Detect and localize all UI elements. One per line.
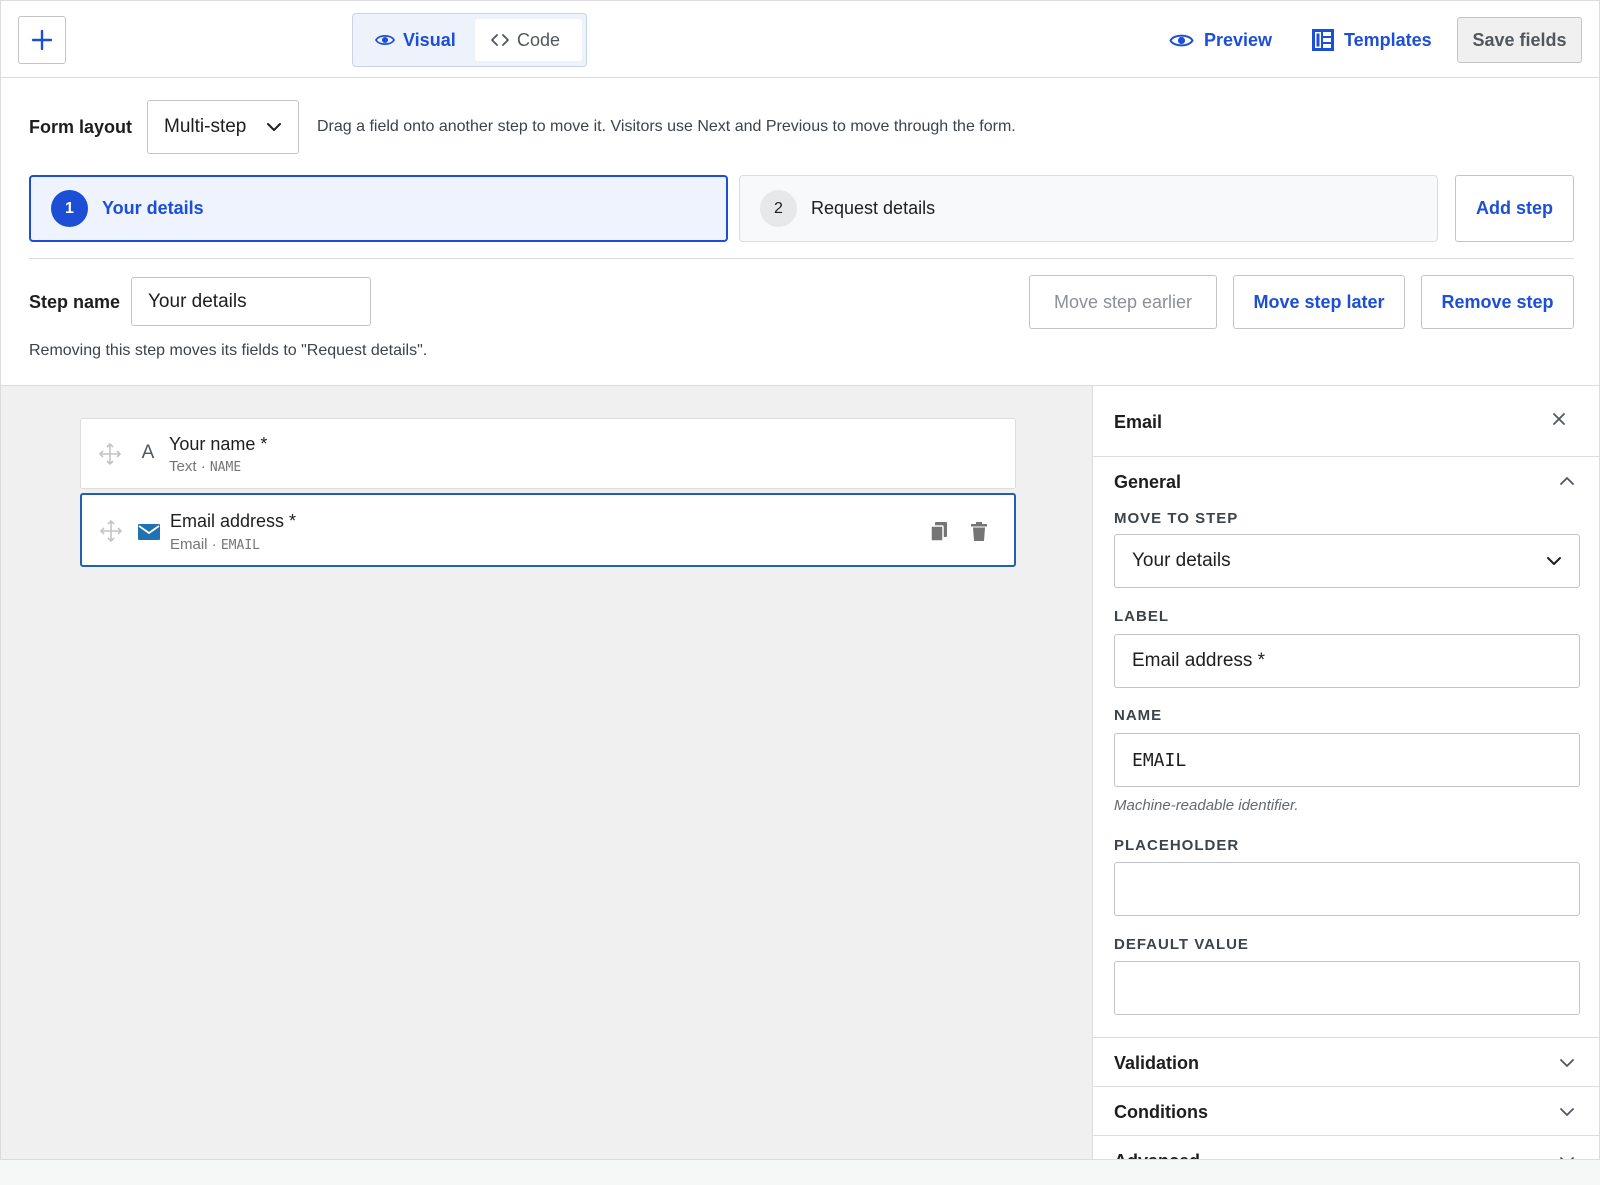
visual-mode-label: Visual	[403, 29, 456, 50]
form-canvas: A Your name * Text · NAME Email address …	[1, 385, 1092, 1159]
conditions-section-toggle[interactable]: Conditions	[1114, 1102, 1208, 1123]
field-meta: Email · EMAIL	[170, 536, 260, 553]
remove-step-note: Removing this step moves its fields to "…	[29, 342, 428, 359]
code-icon	[491, 34, 509, 46]
label-field-label: LABEL	[1114, 608, 1169, 625]
step-number-badge: 1	[51, 190, 88, 227]
step-tab-label: Your details	[102, 198, 204, 218]
panel-divider	[1093, 1135, 1599, 1136]
field-row-email-address[interactable]: Email address * Email · EMAIL	[80, 493, 1016, 567]
form-layout-label: Form layout	[29, 117, 133, 137]
steps-divider	[29, 258, 1574, 259]
close-icon[interactable]	[1552, 412, 1566, 426]
name-hint: Machine-readable identifier.	[1114, 797, 1299, 814]
chevron-down-icon[interactable]	[1559, 1156, 1575, 1160]
placeholder-field-label: PLACEHOLDER	[1114, 837, 1240, 854]
add-step-button[interactable]: Add step	[1455, 175, 1574, 242]
panel-divider	[1093, 1037, 1599, 1038]
field-name: NAME	[209, 460, 242, 475]
form-layout-value: Multi-step	[164, 116, 247, 137]
default-value-input[interactable]	[1114, 961, 1580, 1015]
remove-step-button[interactable]: Remove step	[1421, 275, 1574, 329]
panel-header: Email	[1093, 386, 1599, 457]
panel-title: Email	[1114, 412, 1163, 432]
step-name-label: Step name	[29, 292, 121, 312]
advanced-section-toggle[interactable]: Advanced	[1114, 1151, 1200, 1159]
top-toolbar: Visual Code Preview Templates Save field…	[1, 1, 1599, 78]
move-step-later-button[interactable]: Move step later	[1233, 275, 1405, 329]
preview-button[interactable]: Preview	[1169, 23, 1272, 57]
save-fields-button[interactable]: Save fields	[1457, 17, 1582, 63]
field-label: Email address *	[170, 511, 297, 531]
code-mode-label: Code	[517, 29, 561, 50]
templates-grid-icon	[1312, 29, 1334, 51]
field-settings-panel: Email General MOVE TO STEP Your details …	[1092, 385, 1599, 1160]
label-input[interactable]: Email address *	[1114, 634, 1580, 688]
drag-handle-icon[interactable]	[100, 520, 122, 542]
step-tab-2[interactable]: 2 Request details	[739, 175, 1438, 242]
eye-icon	[1169, 34, 1194, 46]
chevron-up-icon[interactable]	[1559, 476, 1575, 486]
editor-mode-toggle: Visual Code	[352, 13, 587, 67]
chevron-down-icon	[1547, 557, 1561, 565]
field-name: EMAIL	[220, 538, 260, 553]
preview-label: Preview	[1204, 29, 1273, 50]
envelope-icon	[137, 520, 161, 544]
chevron-down-icon[interactable]	[1559, 1107, 1575, 1117]
move-to-step-label: MOVE TO STEP	[1114, 510, 1239, 527]
move-step-earlier-button[interactable]: Move step earlier	[1029, 275, 1217, 329]
chevron-down-icon	[267, 123, 281, 131]
visual-mode-button[interactable]: Visual	[359, 19, 475, 61]
chevron-down-icon[interactable]	[1559, 1058, 1575, 1068]
meta-separator: ·	[211, 536, 221, 553]
placeholder-input[interactable]	[1114, 862, 1580, 916]
code-mode-button[interactable]: Code	[475, 19, 582, 61]
templates-button[interactable]: Templates	[1312, 23, 1432, 57]
name-input[interactable]: EMAIL	[1114, 733, 1580, 787]
form-builder-app: Visual Code Preview Templates Save field…	[0, 0, 1600, 1160]
move-to-step-select[interactable]: Your details	[1114, 534, 1580, 588]
field-label: Your name *	[169, 434, 268, 454]
step-tab-label: Request details	[811, 198, 936, 218]
drag-handle-icon[interactable]	[99, 443, 121, 465]
general-section-toggle[interactable]: General	[1114, 472, 1181, 493]
duplicate-icon[interactable]	[931, 522, 947, 541]
add-field-button[interactable]	[18, 16, 66, 64]
field-type: Email	[170, 536, 208, 553]
meta-separator: ·	[200, 458, 210, 475]
text-A-icon: A	[141, 442, 155, 463]
eye-icon	[375, 34, 395, 46]
name-field-label: NAME	[1114, 707, 1163, 724]
step-tab-1[interactable]: 1 Your details	[29, 175, 728, 242]
step-number-badge: 2	[760, 190, 797, 227]
form-layout-select[interactable]: Multi-step	[147, 100, 299, 154]
form-layout-help: Drag a field onto another step to move i…	[317, 118, 1016, 135]
field-meta: Text · NAME	[169, 458, 241, 475]
field-type: Text	[169, 458, 197, 475]
validation-section-toggle[interactable]: Validation	[1114, 1053, 1199, 1074]
field-row-your-name[interactable]: A Your name * Text · NAME	[80, 418, 1016, 489]
move-to-step-value: Your details	[1132, 550, 1231, 571]
panel-divider	[1093, 1086, 1599, 1087]
default-value-field-label: DEFAULT VALUE	[1114, 936, 1249, 953]
templates-label: Templates	[1344, 29, 1432, 50]
plus-icon	[31, 29, 53, 51]
step-name-input[interactable]: Your details	[131, 277, 371, 326]
trash-icon[interactable]	[971, 522, 987, 541]
